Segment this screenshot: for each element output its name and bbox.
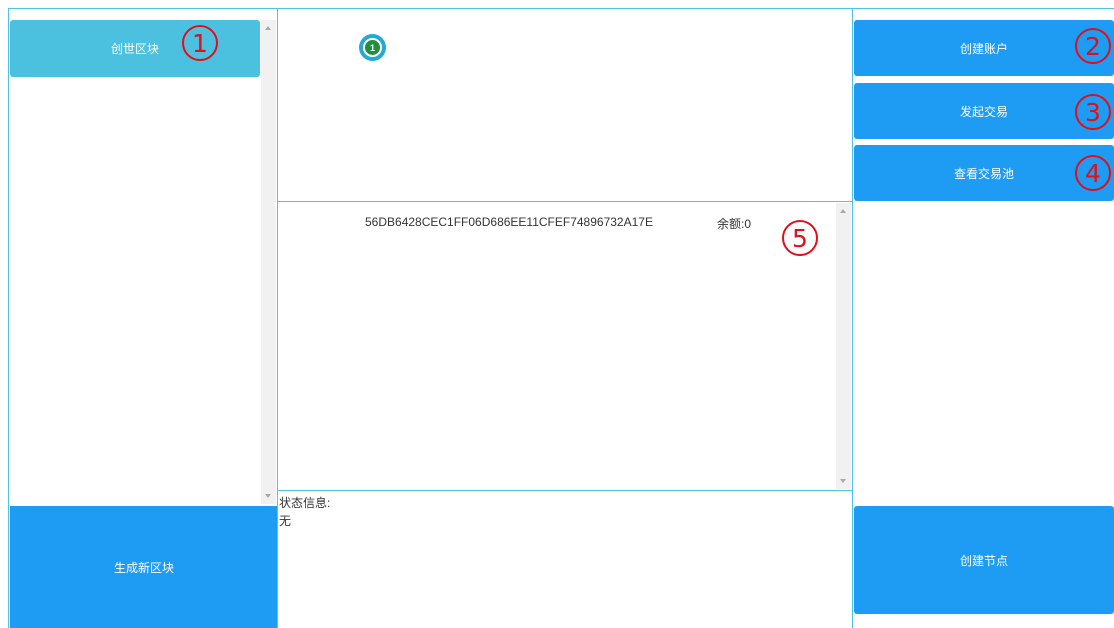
annotation-5: 5 — [782, 220, 818, 256]
create-node-button[interactable]: 创建节点 — [854, 506, 1114, 614]
account-address[interactable]: 56DB6428CEC1FF06D686EE11CFEF74896732A17E — [365, 215, 653, 229]
account-balance: 余额:0 — [717, 217, 752, 231]
annotation-3: 3 — [1075, 94, 1111, 130]
scroll-down-arrow[interactable] — [840, 479, 846, 483]
block-list-scrollbar[interactable] — [261, 20, 276, 504]
node-number: 1 — [365, 40, 380, 55]
status-label: 状态信息: — [279, 496, 331, 510]
status-value: 无 — [279, 514, 292, 528]
annotation-2: 2 — [1075, 28, 1111, 64]
account-list-panel — [277, 201, 853, 491]
scroll-up-arrow[interactable] — [840, 209, 846, 213]
annotation-1: 1 — [182, 25, 218, 61]
annotation-4: 4 — [1075, 155, 1111, 191]
scroll-up-arrow[interactable] — [265, 26, 271, 30]
status-panel — [277, 490, 853, 628]
generate-new-block-button[interactable]: 生成新区块 — [10, 506, 278, 628]
genesis-block-button[interactable]: 创世区块 — [10, 20, 260, 77]
account-list-scrollbar[interactable] — [836, 203, 851, 489]
scroll-down-arrow[interactable] — [265, 494, 271, 498]
node-icon[interactable]: 1 — [359, 34, 386, 61]
